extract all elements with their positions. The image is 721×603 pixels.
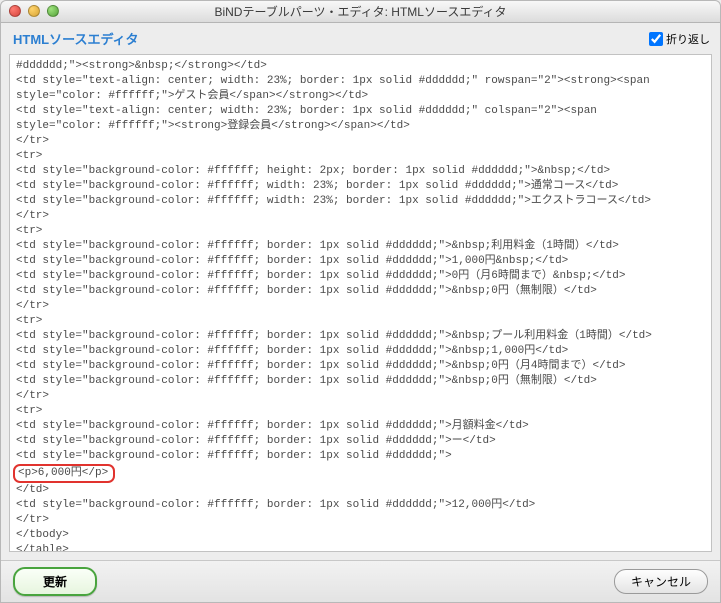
zoom-icon[interactable] <box>47 5 59 17</box>
update-button[interactable]: 更新 <box>13 567 97 596</box>
wrap-label: 折り返し <box>666 31 710 47</box>
cancel-button[interactable]: キャンセル <box>614 569 708 594</box>
wrap-toggle[interactable]: 折り返し <box>649 31 710 47</box>
titlebar: BiNDテーブルパーツ・エディタ: HTMLソースエディタ <box>1 1 720 23</box>
subheader: HTMLソースエディタ 折り返し <box>1 23 720 52</box>
traffic-lights <box>9 5 59 17</box>
footer: 更新 キャンセル <box>1 560 720 602</box>
close-icon[interactable] <box>9 5 21 17</box>
page-title: HTMLソースエディタ <box>13 29 139 48</box>
source-editor[interactable]: #dddddd;"><strong>&nbsp;</strong></td> <… <box>9 54 712 552</box>
window-title: BiNDテーブルパーツ・エディタ: HTMLソースエディタ <box>214 3 506 20</box>
wrap-checkbox[interactable] <box>649 32 663 46</box>
minimize-icon[interactable] <box>28 5 40 17</box>
